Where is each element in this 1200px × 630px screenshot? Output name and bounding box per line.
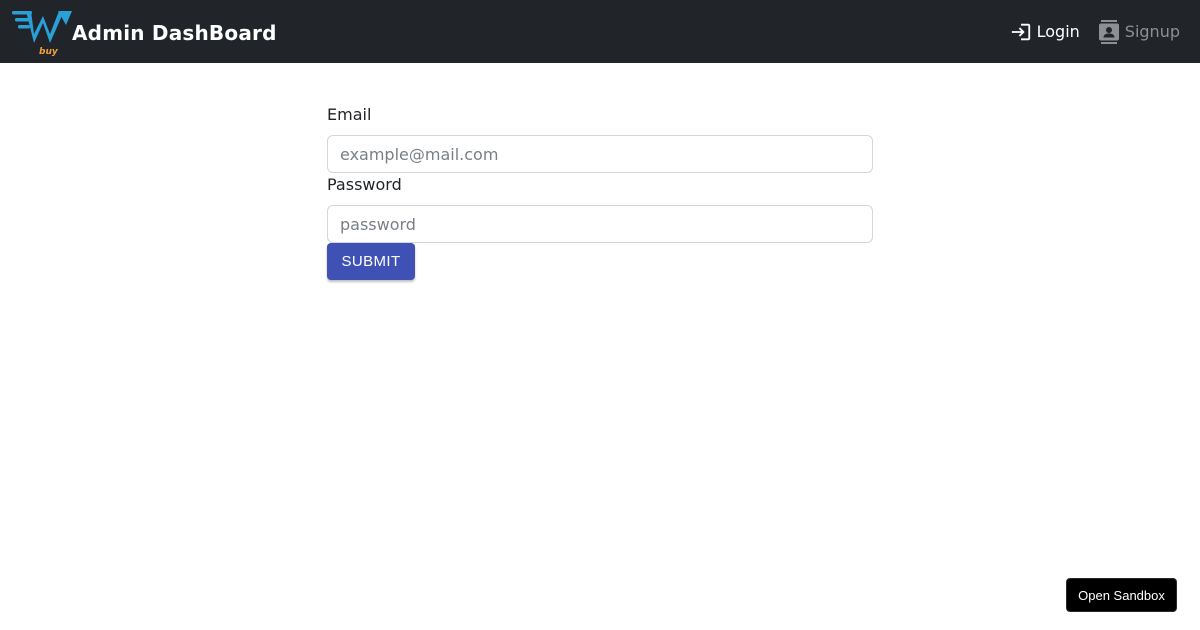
nav-links: Login Signup bbox=[1010, 19, 1180, 44]
password-label: Password bbox=[327, 175, 402, 194]
password-input[interactable] bbox=[327, 205, 873, 243]
email-input[interactable] bbox=[327, 135, 873, 173]
login-form: Email Password SUBMIT bbox=[327, 104, 873, 280]
top-navbar: buy Admin DashBoard Login Signup bbox=[0, 0, 1200, 63]
submit-button[interactable]: SUBMIT bbox=[327, 243, 415, 280]
brand-title: Admin DashBoard bbox=[72, 20, 277, 45]
signup-link[interactable]: Signup bbox=[1098, 19, 1180, 44]
logo-subtext: buy bbox=[39, 47, 59, 57]
brand-link[interactable]: buy Admin DashBoard bbox=[12, 7, 277, 57]
login-icon bbox=[1011, 23, 1030, 40]
ewbuy-logo-icon: buy bbox=[12, 10, 72, 57]
signup-label: Signup bbox=[1124, 22, 1180, 41]
open-sandbox-button[interactable]: Open Sandbox bbox=[1066, 578, 1177, 612]
login-link[interactable]: Login bbox=[1010, 21, 1080, 43]
login-label: Login bbox=[1036, 22, 1080, 41]
email-label: Email bbox=[327, 105, 372, 124]
contact-card-icon bbox=[1098, 19, 1119, 44]
